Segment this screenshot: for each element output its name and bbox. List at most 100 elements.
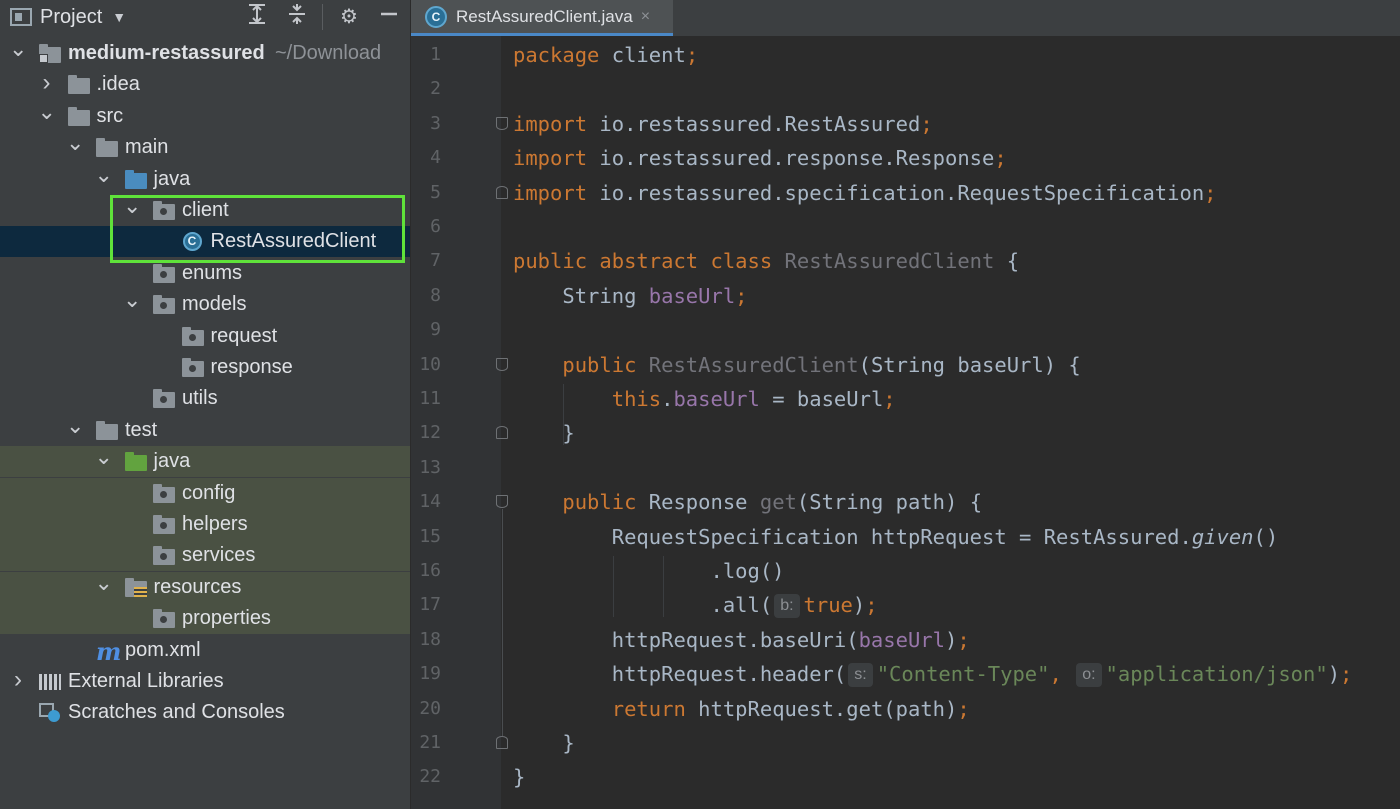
- code-line[interactable]: public Response get(String path) {: [513, 483, 982, 517]
- folder-icon: [96, 138, 118, 158]
- chevron-down-icon[interactable]: ⌄: [38, 100, 56, 132]
- code-line[interactable]: public abstract class RestAssuredClient …: [513, 242, 1019, 276]
- code-token: ;: [865, 593, 878, 618]
- tree-item[interactable]: ⌄ java: [0, 446, 410, 478]
- package-icon: [153, 295, 175, 315]
- chevron-down-icon[interactable]: ⌄: [95, 446, 113, 477]
- tree-item-label: utils: [182, 387, 218, 410]
- code-token: this: [611, 387, 662, 411]
- code-line[interactable]: .log(): [513, 552, 784, 586]
- collapse-all-icon[interactable]: [283, 3, 311, 31]
- code-token: ;: [685, 43, 699, 67]
- code-line[interactable]: import io.restassured.specification.Requ…: [513, 174, 1217, 208]
- tree-item-label: pom.xml: [125, 638, 201, 661]
- code-line[interactable]: }: [513, 758, 525, 792]
- code-line[interactable]: }: [513, 414, 574, 448]
- code-token: import: [513, 146, 600, 171]
- project-panel-title: Project: [40, 5, 103, 28]
- tree-item[interactable]: utils: [0, 383, 410, 414]
- code-line[interactable]: String baseUrl;: [513, 277, 747, 311]
- fold-marker-icon[interactable]: [496, 357, 508, 371]
- code-token: .: [661, 387, 674, 411]
- minimize-icon[interactable]: [375, 3, 403, 31]
- project-view-selector[interactable]: Project ▼: [10, 3, 126, 31]
- editor-tab-restassuredclient[interactable]: C RestAssuredClient.java ×: [411, 0, 673, 36]
- code-line[interactable]: import io.restassured.RestAssured;: [513, 105, 933, 139]
- tree-item[interactable]: config: [0, 477, 410, 509]
- chevron-right-icon[interactable]: ›: [9, 666, 27, 697]
- tree-item-label: response: [210, 356, 293, 378]
- tree-item[interactable]: Scratches and Consoles: [0, 697, 410, 728]
- tree-item[interactable]: ⌄ models: [0, 289, 410, 320]
- code-line[interactable]: return httpRequest.get(path);: [513, 690, 970, 724]
- tree-item[interactable]: C RestAssuredClient: [0, 226, 410, 258]
- tree-item-label: main: [125, 136, 169, 159]
- chevron-down-icon[interactable]: ⌄: [95, 571, 113, 603]
- fold-marker-icon[interactable]: [496, 426, 508, 440]
- code-line[interactable]: public RestAssuredClient(String baseUrl)…: [513, 346, 1080, 380]
- code-token: }: [513, 765, 526, 790]
- close-icon[interactable]: ×: [641, 8, 650, 26]
- code-token: ;: [883, 387, 896, 411]
- fold-marker-icon[interactable]: [496, 495, 508, 509]
- tree-item[interactable]: ⌄ test: [0, 414, 410, 446]
- tree-item[interactable]: services: [0, 540, 410, 572]
- code-line[interactable]: package client;: [513, 36, 698, 70]
- line-number: 11: [419, 388, 441, 409]
- fold-range-line: [502, 509, 503, 736]
- code-line[interactable]: httpRequest.header(s: "Content-Type", o: "…: [513, 655, 1352, 689]
- code-line[interactable]: .all(b: true);: [513, 586, 878, 620]
- chevron-down-icon[interactable]: ⌄: [9, 38, 27, 69]
- tree-item[interactable]: ⌄ client: [0, 195, 410, 226]
- code-token: = baseUrl: [759, 387, 884, 411]
- code-token: ,: [1049, 662, 1075, 687]
- tree-item[interactable]: request: [0, 321, 410, 352]
- code-token: io.restassured.response.Response: [599, 146, 995, 171]
- code-line[interactable]: this.baseUrl = baseUrl;: [513, 380, 896, 414]
- fold-marker-icon[interactable]: [496, 116, 508, 130]
- chevron-down-icon[interactable]: ⌄: [123, 289, 141, 320]
- tree-item[interactable]: ⌄ medium-restassured ~/Download: [0, 38, 410, 69]
- chevron-right-icon[interactable]: ›: [38, 69, 56, 100]
- fold-marker-icon[interactable]: [496, 185, 508, 199]
- tree-item[interactable]: response: [0, 352, 410, 383]
- expand-all-icon[interactable]: [243, 3, 271, 31]
- tree-item[interactable]: properties: [0, 603, 410, 635]
- tree-item[interactable]: helpers: [0, 509, 410, 540]
- code-line[interactable]: }: [513, 724, 574, 758]
- code-line[interactable]: RequestSpecification httpRequest = RestA…: [513, 518, 1278, 552]
- code-editor[interactable]: 1 2 3 4 5 6 7 8 9 10 11 12 13 14 15 16 17 18 19 20 21 22 pack…: [411, 36, 1400, 809]
- tree-item[interactable]: › External Libraries: [0, 666, 410, 697]
- chevron-down-icon[interactable]: ⌄: [95, 163, 113, 195]
- tree-item[interactable]: ⌄ main: [0, 132, 410, 163]
- line-number: 13: [419, 456, 441, 478]
- tree-item[interactable]: enums: [0, 258, 410, 289]
- line-number: 5: [430, 181, 441, 203]
- code-token: ): [1327, 662, 1341, 687]
- tree-item[interactable]: ⌄ resources: [0, 571, 410, 603]
- tree-item-label: resources: [153, 575, 242, 598]
- code-line[interactable]: httpRequest.baseUri(baseUrl);: [513, 621, 970, 655]
- scratches-icon: [39, 703, 61, 723]
- code-token: public abstract class: [513, 249, 785, 274]
- fold-marker-icon[interactable]: [496, 736, 508, 749]
- line-number: 21: [419, 732, 441, 753]
- tree-item[interactable]: › .idea: [0, 69, 410, 100]
- tree-item[interactable]: ⌄ src: [0, 100, 410, 132]
- tree-item-label: config: [182, 481, 236, 504]
- code-token: true: [803, 593, 853, 618]
- package-icon: [181, 358, 204, 377]
- code-line[interactable]: import io.restassured.response.Response;: [513, 139, 1007, 173]
- tree-item-label: enums: [182, 261, 243, 284]
- gear-icon[interactable]: ⚙: [335, 3, 363, 31]
- chevron-down-icon[interactable]: ⌄: [66, 414, 84, 446]
- project-panel-header: Project ▼ ⚙: [0, 0, 410, 34]
- code-token: ;: [957, 696, 970, 721]
- package-icon: [153, 515, 175, 534]
- folder-icon: [67, 106, 90, 126]
- tree-item[interactable]: m pom.xml: [0, 635, 410, 666]
- chevron-down-icon[interactable]: ⌄: [66, 132, 84, 163]
- chevron-down-icon[interactable]: ⌄: [123, 195, 141, 226]
- tree-item[interactable]: ⌄ java: [0, 163, 410, 195]
- code-token: client: [611, 43, 686, 67]
